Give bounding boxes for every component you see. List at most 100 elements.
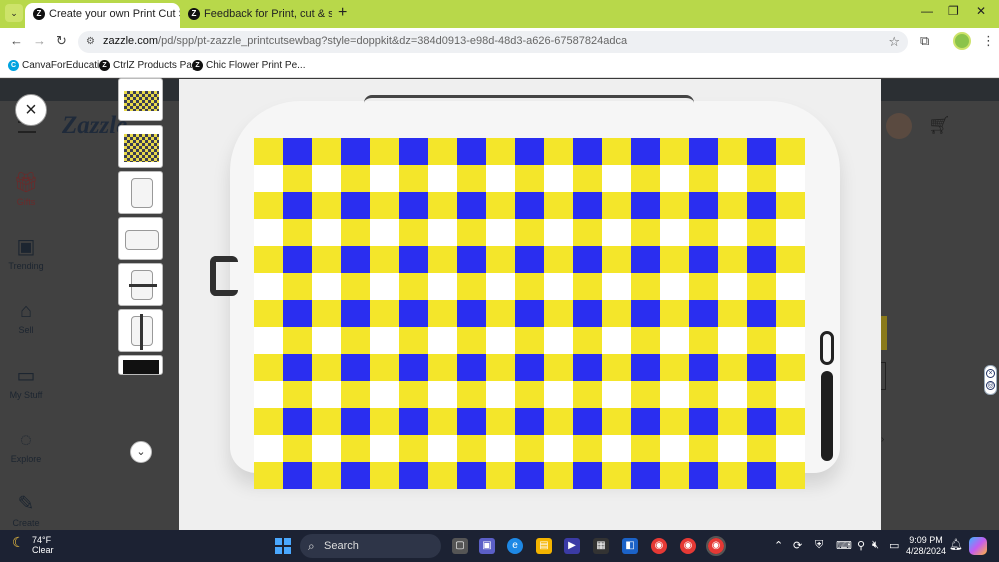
pattern-cell — [399, 408, 428, 435]
pattern-cell — [573, 354, 602, 381]
extensions-icon[interactable]: ⧉ — [920, 33, 929, 49]
battery-icon[interactable]: ▭ — [889, 539, 899, 552]
thumbnail-4[interactable] — [118, 217, 163, 260]
pattern-cell — [399, 138, 428, 165]
edge-icon[interactable]: e — [507, 538, 523, 554]
account-avatar[interactable] — [886, 113, 912, 139]
pattern-cell — [370, 138, 399, 165]
profile-avatar[interactable] — [953, 32, 971, 50]
sidebar-item-create[interactable]: ✎ Create — [0, 492, 52, 528]
thumbnails-scroll-down-button[interactable]: ⌄ — [130, 441, 152, 463]
bookmark-chic-flower[interactable]: Z Chic Flower Print Pe... — [192, 59, 305, 73]
weather-widget[interactable]: ☾ 74°F Clear — [12, 535, 54, 555]
chevron-right-icon[interactable]: › — [881, 434, 884, 445]
windows-start-icon[interactable] — [275, 538, 291, 554]
pattern-cell — [457, 408, 486, 435]
pattern-cell — [573, 435, 602, 462]
pattern-cell — [254, 192, 283, 219]
pattern-cell — [312, 408, 341, 435]
pattern-cell — [544, 273, 573, 300]
thumbnail-2[interactable] — [118, 125, 163, 168]
pattern-cell — [370, 462, 399, 489]
close-window-button[interactable]: ✕ — [976, 4, 986, 18]
media-app-icon[interactable]: ▶ — [564, 538, 580, 554]
volume-icon[interactable]: 🔇︎ — [872, 539, 879, 552]
pattern-cell — [254, 408, 283, 435]
sidebar-item-trending[interactable]: ▣ Trending — [0, 235, 52, 271]
thumbnail-image — [124, 134, 159, 162]
app-icon[interactable]: ◧ — [622, 538, 638, 554]
security-icon[interactable]: ⛨ — [815, 539, 823, 552]
pattern-cell — [341, 273, 370, 300]
bookmark-ctrlz[interactable]: Z CtrlZ Products Page — [99, 59, 203, 73]
network-icon[interactable]: ⚲ — [857, 539, 865, 552]
pattern-cell — [428, 354, 457, 381]
close-lightbox-button[interactable]: × — [15, 94, 47, 126]
system-clock[interactable]: 9:09 PM 4/28/2024 — [906, 535, 946, 557]
copilot-icon[interactable] — [969, 537, 987, 555]
maximize-button[interactable]: ❐ — [948, 4, 959, 18]
pattern-cell — [660, 192, 689, 219]
pattern-cell — [370, 192, 399, 219]
pattern-cell — [283, 435, 312, 462]
tab-search-button[interactable]: ⌄ — [5, 4, 23, 22]
pattern-cell — [776, 435, 805, 462]
sidebar-item-sell[interactable]: ⌂ Sell — [0, 299, 52, 335]
chrome-icon[interactable]: ◉ — [651, 538, 667, 554]
thumbnail-1[interactable] — [118, 78, 163, 121]
pattern-cell — [486, 327, 515, 354]
sidebar-item-my-stuff[interactable]: ▭ My Stuff — [0, 364, 52, 400]
close-panel-icon[interactable]: × — [986, 369, 995, 378]
pattern-cell — [428, 192, 457, 219]
pattern-cell — [718, 381, 747, 408]
file-explorer-icon[interactable]: ▤ — [536, 538, 552, 554]
minecraft-icon[interactable]: ▦ — [593, 538, 609, 554]
new-tab-button[interactable]: + — [338, 4, 347, 22]
notification-icon[interactable]: 🔔︎ — [949, 538, 963, 551]
show-hidden-icons[interactable]: ⌃ — [774, 539, 783, 552]
tab-create-print-cut-sew[interactable]: Z Create your own Print Cut Sew — [25, 3, 180, 28]
pattern-cell — [660, 462, 689, 489]
sidebar-item-gifts[interactable]: 🎁︎ Gifts — [0, 171, 52, 207]
url-text[interactable]: zazzle.com/pd/spp/pt-zazzle_printcutsewb… — [103, 35, 627, 47]
keyboard-icon[interactable]: ⌨ — [836, 539, 852, 552]
bookmark-star-icon[interactable]: ☆ — [888, 34, 900, 50]
pattern-cell — [602, 435, 631, 462]
chrome-profile-icon[interactable]: ◉ — [680, 538, 696, 554]
address-bar[interactable]: ⚙ zazzle.com/pd/spp/pt-zazzle_printcutse… — [78, 31, 908, 53]
teams-icon[interactable]: ▣ — [479, 538, 495, 554]
tab-label: Create your own Print Cut Sew — [49, 8, 180, 20]
tab-feedback[interactable]: Z Feedback for Print, cut & sew b — [180, 3, 332, 28]
thumbnail-6[interactable] — [118, 309, 163, 352]
thumbnail-5[interactable] — [118, 263, 163, 306]
pattern-cell — [428, 219, 457, 246]
panel-toggle-icon[interactable]: ◎ — [986, 381, 995, 390]
chrome-menu-icon[interactable]: ⋮ — [982, 33, 995, 49]
chrome-active-icon[interactable]: ◉ — [706, 536, 726, 556]
pattern-cell — [573, 165, 602, 192]
pattern-cell — [689, 192, 718, 219]
pattern-cell — [341, 192, 370, 219]
thumbnail-image — [124, 91, 159, 111]
back-icon[interactable]: ← — [10, 33, 23, 48]
pattern-cell — [544, 219, 573, 246]
thumbnail-7[interactable] — [118, 355, 163, 375]
reload-icon[interactable]: ↻ — [56, 33, 67, 49]
site-info-icon[interactable]: ⚙ — [86, 36, 98, 48]
forward-icon[interactable]: → — [33, 33, 46, 48]
sync-icon[interactable]: ⟳ — [793, 539, 802, 552]
pattern-cell — [486, 354, 515, 381]
taskbar-search[interactable]: ⌕ Search — [300, 534, 441, 558]
add-to-cart-button-edge[interactable] — [881, 316, 887, 350]
thumbnail-3[interactable] — [118, 171, 163, 214]
side-extension-controls[interactable]: × ◎ — [984, 365, 997, 395]
pattern-cell — [718, 435, 747, 462]
pen-icon: ✎ — [17, 493, 35, 515]
pattern-cell — [457, 246, 486, 273]
sidebar-item-explore[interactable]: ◌ Explore — [0, 428, 52, 464]
pattern-cell — [457, 165, 486, 192]
bookmark-canva[interactable]: C CanvaForEducation — [8, 59, 110, 73]
cart-icon[interactable]: 🛒︎ — [928, 115, 951, 136]
task-view-icon[interactable]: ▢ — [452, 538, 468, 554]
minimize-button[interactable]: — — [921, 4, 933, 18]
